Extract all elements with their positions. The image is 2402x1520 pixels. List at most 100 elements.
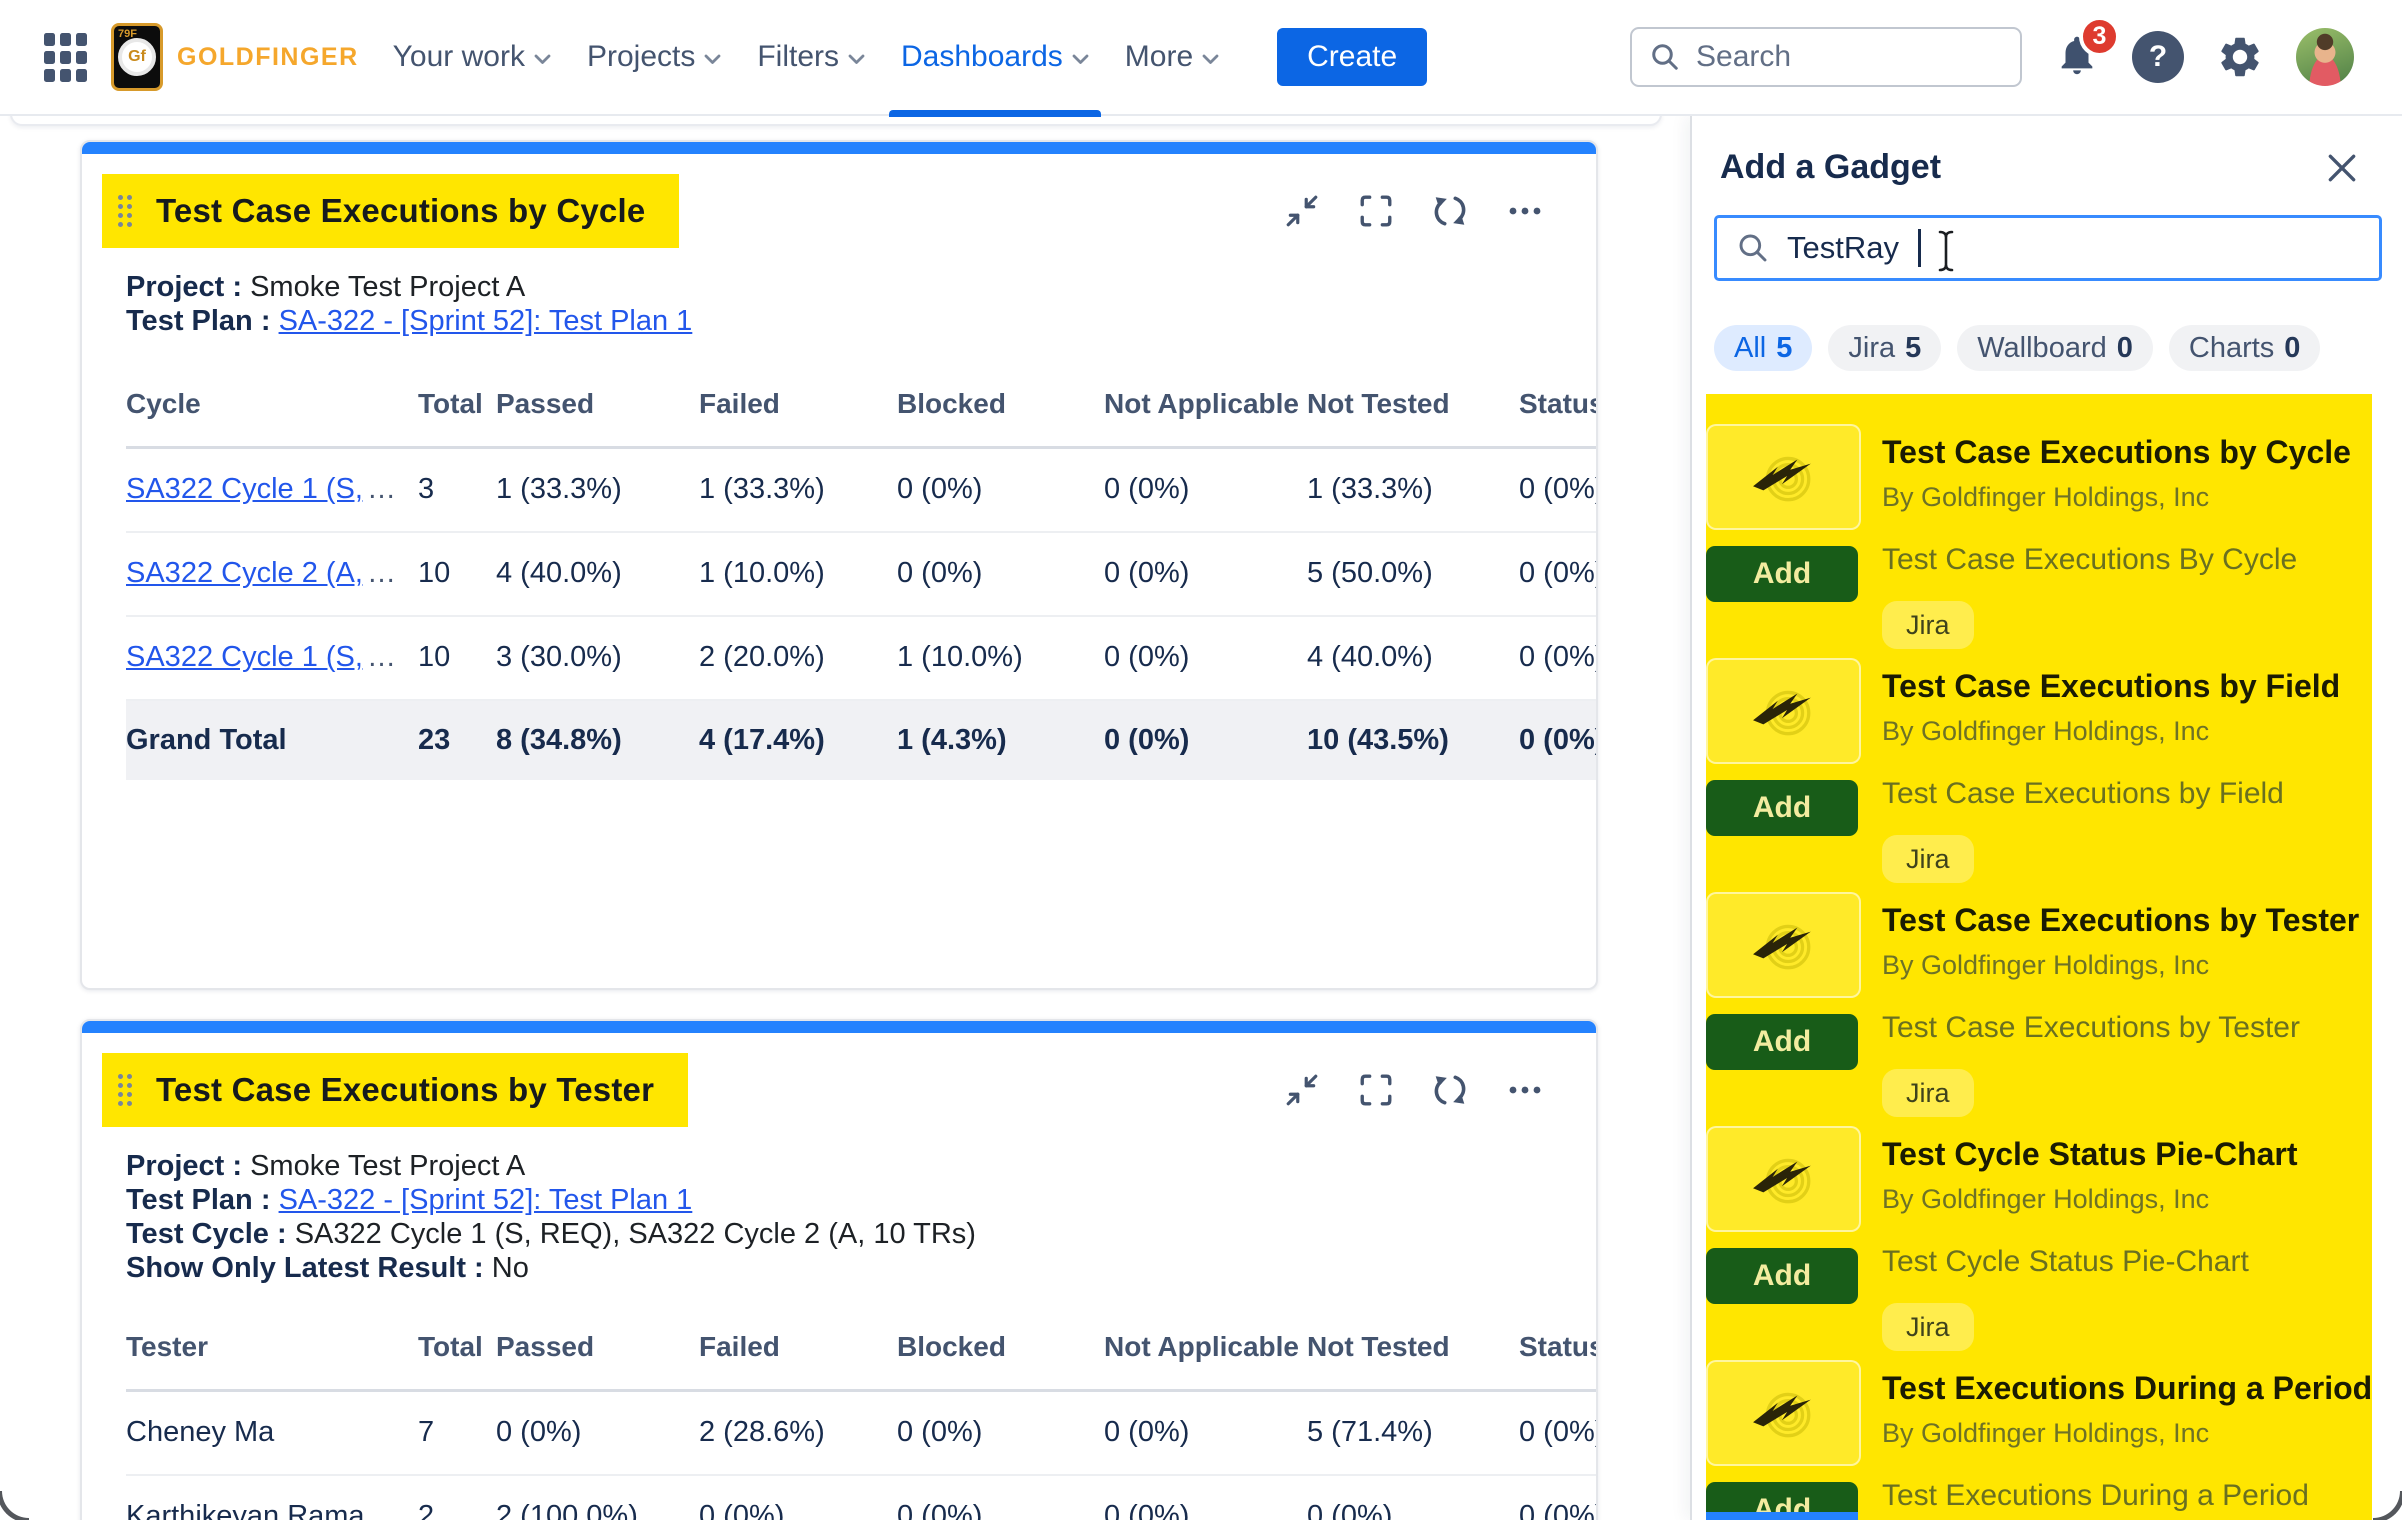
filter-chip-jira[interactable]: Jira 5 — [1828, 325, 1941, 371]
column-header-cycle: Cycle — [126, 372, 418, 448]
table-cell: 0 (0%) — [897, 1475, 1104, 1520]
gadget-card-executions-by-tester: Test Case Executions by Tester — [80, 1019, 1598, 1520]
truncation-ellipsis: … — [367, 557, 396, 589]
table-cell: 0 (0%) — [1519, 700, 1596, 780]
table-cell: 0 (0%) — [1519, 532, 1596, 616]
gadget-item-title: Test Case Executions by Tester — [1882, 900, 2372, 940]
gadget-result-item-test-case-executions-by-cycle: Add Test Case Executions by Cycle By Gol… — [1706, 424, 2372, 658]
gadget-icon-tile — [1706, 1126, 1861, 1232]
cycle-link[interactable]: SA322 Cycle 1 (S, — [126, 641, 363, 673]
gadget-results-highlight: Add Test Case Executions by Cycle By Gol… — [1706, 394, 2372, 1520]
nav-item-projects[interactable]: Projects — [573, 0, 735, 115]
filter-chip-wallboard[interactable]: Wallboard 0 — [1957, 325, 2153, 371]
create-button[interactable]: Create — [1277, 28, 1427, 86]
add-gadget-button[interactable]: Add — [1706, 780, 1858, 836]
column-header-not-tested: Not Tested — [1307, 372, 1519, 448]
more-options-button[interactable] — [1506, 1072, 1544, 1108]
collapse-gadget-button[interactable] — [1284, 193, 1320, 229]
meta-value: Smoke Test Project A — [250, 271, 525, 303]
table-cell: 0 (0%) — [1519, 616, 1596, 700]
table-cell: 1 (4.3%) — [897, 700, 1104, 780]
table-cell: 0 (0%) — [1519, 448, 1596, 532]
table-cell: 0 (0%) — [1104, 532, 1307, 616]
help-button[interactable]: ? — [2132, 31, 2184, 83]
user-avatar[interactable] — [2296, 28, 2354, 86]
filter-chip-charts[interactable]: Charts 0 — [2169, 325, 2321, 371]
gadget-meta-line: Project : Smoke Test Project A — [126, 1149, 1596, 1183]
chevron-down-icon — [1202, 54, 1219, 65]
nav-item-filters[interactable]: Filters — [743, 0, 879, 115]
column-header-passed: Passed — [496, 1315, 699, 1391]
meta-label: Project : — [126, 1150, 242, 1182]
add-gadget-panel: Add a Gadget TestRay — [1690, 116, 2402, 1520]
expand-icon — [1358, 1072, 1394, 1108]
jira-dashboard-page: 79F Gf GOLDFINGER Your work Projects Fil… — [0, 0, 2402, 1520]
gadget-table: CycleTotalPassedFailedBlockedNot Applica… — [126, 372, 1596, 780]
table-cell: 0 (0%) — [1104, 1391, 1307, 1475]
truncation-ellipsis: … — [367, 473, 396, 505]
expand-gadget-button[interactable] — [1358, 193, 1394, 229]
gadget-search-input[interactable]: TestRay — [1714, 215, 2382, 281]
table-cell: 0 (0%) — [897, 1391, 1104, 1475]
search-icon — [1650, 42, 1680, 72]
close-panel-button[interactable] — [2324, 150, 2360, 186]
primary-nav: Your work Projects Filters Dashboards Mo… — [379, 0, 1233, 115]
table-cell: 1 (33.3%) — [1307, 448, 1519, 532]
navbar-right: Search 3 ? — [1630, 27, 2354, 87]
nav-item-more[interactable]: More — [1111, 0, 1233, 115]
add-gadget-button[interactable]: Add — [1706, 546, 1858, 602]
cycle-link[interactable]: SA322 Cycle 1 (S, — [126, 473, 363, 505]
settings-button[interactable] — [2216, 33, 2264, 81]
table-cell: 0 (0%) — [1104, 700, 1307, 780]
table-cell: 0 (0%) — [897, 532, 1104, 616]
gadget-title-highlight: Test Case Executions by Cycle — [102, 174, 679, 248]
table-cell: 4 (40.0%) — [1307, 616, 1519, 700]
add-gadget-button[interactable]: Add — [1706, 1248, 1858, 1304]
column-header-passed: Passed — [496, 372, 699, 448]
navbar-left: 79F Gf GOLDFINGER Your work Projects Fil… — [44, 0, 1427, 114]
expand-gadget-button[interactable] — [1358, 1072, 1394, 1108]
table-row: Karthikeyan Rama…22 (100.0%)0 (0%)0 (0%)… — [126, 1475, 1596, 1520]
filter-chip-count: 5 — [1905, 332, 1921, 365]
app-switcher-icon[interactable] — [44, 33, 87, 82]
refresh-icon — [1432, 1072, 1468, 1108]
test-plan-link[interactable]: SA-322 - [Sprint 52]: Test Plan 1 — [279, 1184, 693, 1216]
filter-chip-all[interactable]: All 5 — [1714, 325, 1812, 371]
collapse-icon — [1284, 1072, 1320, 1108]
table-row: SA322 Cycle 2 (A,…104 (40.0%)1 (10.0%)0 … — [126, 532, 1596, 616]
global-search-input[interactable]: Search — [1630, 27, 2022, 87]
brand-logo[interactable]: 79F Gf GOLDFINGER — [111, 23, 359, 91]
add-gadget-button[interactable]: Add — [1706, 1014, 1858, 1070]
nav-item-your-work[interactable]: Your work — [379, 0, 565, 115]
test-plan-link[interactable]: SA-322 - [Sprint 52]: Test Plan 1 — [279, 305, 693, 337]
drag-handle-icon[interactable] — [118, 195, 132, 227]
collapse-gadget-button[interactable] — [1284, 1072, 1320, 1108]
logo-monogram: Gf — [128, 48, 146, 66]
nav-item-dashboards[interactable]: Dashboards — [887, 0, 1103, 115]
more-options-button[interactable] — [1506, 193, 1544, 229]
column-header-not-applicable: Not Applicable — [1104, 1315, 1307, 1391]
drag-handle-icon[interactable] — [118, 1074, 132, 1106]
gadget-item-title: Test Case Executions by Cycle — [1882, 432, 2372, 472]
gadget-header: Test Case Executions by Cycle — [126, 174, 1596, 248]
refresh-gadget-button[interactable] — [1432, 1072, 1468, 1108]
gadget-item-tag: Jira — [1882, 1303, 1974, 1351]
brand-name: GOLDFINGER — [177, 43, 359, 72]
table-cell: 10 (43.5%) — [1307, 700, 1519, 780]
notifications-button[interactable]: 3 — [2054, 32, 2100, 83]
cycle-link[interactable]: SA322 Cycle 2 (A, — [126, 557, 363, 589]
gadget-meta-line: Project : Smoke Test Project A — [126, 270, 1596, 304]
gadget-accent-bar — [80, 140, 1598, 154]
gadget-result-item-test-case-executions-by-tester: Add Test Case Executions by Tester By Go… — [1706, 892, 2372, 1126]
testray-bolt-icon — [1751, 683, 1817, 739]
search-input-value: TestRay — [1787, 230, 1899, 266]
gadget-icon-tile — [1706, 424, 1861, 530]
table-cell: 0 (0%) — [897, 448, 1104, 532]
table-cell: 0 (0%) — [496, 1391, 699, 1475]
gadget-title-highlight: Test Case Executions by Tester — [102, 1053, 688, 1127]
refresh-gadget-button[interactable] — [1432, 193, 1468, 229]
table-cell: 2 (20.0%) — [699, 616, 897, 700]
gadget-item-description: Test Case Executions By Cycle — [1882, 543, 2372, 577]
gadget-title: Test Case Executions by Cycle — [156, 192, 645, 230]
nav-item-label: Your work — [393, 40, 525, 74]
